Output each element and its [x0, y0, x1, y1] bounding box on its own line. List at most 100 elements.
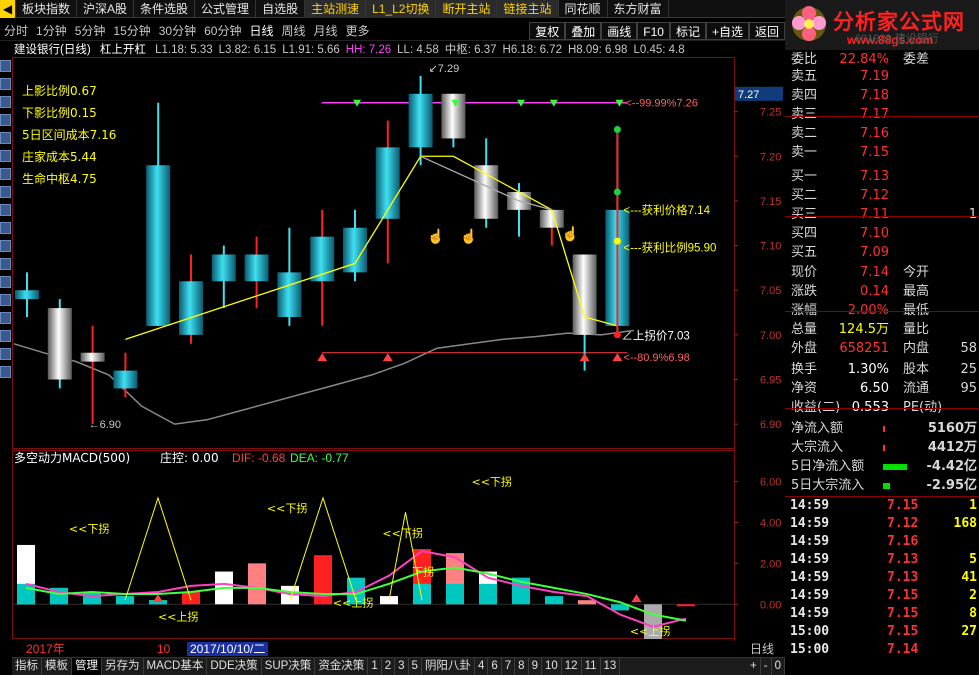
menu-item[interactable]: 主站测速 [305, 0, 367, 18]
menu-item[interactable]: 同花顺 [559, 0, 608, 18]
side-tool-icon[interactable] [0, 330, 11, 342]
toolbar-button[interactable]: 复权 [529, 22, 566, 40]
sell-row: 卖五 7.19 [785, 67, 979, 86]
buy-label: 买四 [791, 226, 818, 241]
menu-item[interactable]: 条件选股 [134, 0, 196, 18]
menu-item[interactable]: 东方财富 [608, 0, 669, 18]
period-tab[interactable]: 分时 [0, 21, 32, 41]
side-tool-icon[interactable] [0, 222, 11, 234]
period-tab[interactable]: 月线 [310, 21, 342, 41]
period-tab[interactable]: 30分钟 [155, 21, 200, 41]
side-tool-icon[interactable] [0, 312, 11, 324]
menu-item[interactable]: 断开主站 [436, 0, 498, 18]
bottom-tab[interactable]: 8 [515, 658, 529, 675]
period-tab[interactable]: 更多 [342, 21, 374, 41]
bottom-tab[interactable]: DDE决策 [207, 658, 262, 675]
bottom-tab[interactable]: 11 [582, 658, 601, 675]
stat-value: 124.5万 [838, 322, 889, 337]
toolbar-button[interactable]: 标记 [669, 22, 706, 40]
side-tool-icon[interactable] [0, 186, 11, 198]
bottom-tab[interactable]: 5 [409, 658, 422, 675]
macd-bar [578, 600, 596, 605]
toolbar-button[interactable]: 画线 [601, 22, 638, 40]
dif-label: DIF: -0.68 [232, 451, 286, 465]
sell-label: 卖一 [791, 145, 818, 160]
toolbar-button[interactable]: 叠加 [565, 22, 602, 40]
bottom-tab[interactable]: 4 [475, 658, 489, 675]
bottom-tab[interactable]: 指标 [12, 658, 42, 675]
tick-time: 14:59 [790, 498, 830, 513]
bottom-tab[interactable]: 7 [502, 658, 516, 675]
stock-title: 建设银行(日线) [14, 44, 91, 56]
side-tool-icon[interactable] [0, 150, 11, 162]
side-tool-icon[interactable] [0, 204, 11, 216]
candle-body [277, 272, 302, 317]
bottom-tab[interactable]: 9 [529, 658, 542, 675]
side-tool-icon[interactable] [0, 366, 11, 378]
side-tool-icon[interactable] [0, 348, 11, 360]
tab-control-button[interactable]: 0 [772, 658, 785, 675]
menu-toggle-button[interactable]: ◀ [0, 0, 16, 18]
menu-item[interactable]: 自选股 [256, 0, 306, 18]
side-tool-icon[interactable] [0, 168, 11, 180]
period-tab[interactable]: 1分钟 [32, 21, 71, 41]
up-price-label: ∠上拐价7.03 [621, 328, 689, 342]
menu-item[interactable]: 公式管理 [195, 0, 257, 18]
bottom-tab[interactable]: 管理 [72, 658, 102, 675]
menu-item[interactable]: 板块指数 [16, 0, 78, 18]
menu-item[interactable]: 沪深A股 [77, 0, 135, 18]
side-tool-icon[interactable] [0, 60, 11, 72]
tick-time: 14:59 [790, 552, 830, 567]
indicator-name[interactable]: 杠上开杠 [100, 44, 146, 56]
bottom-tab[interactable]: 13 [601, 658, 621, 675]
period-tab[interactable]: 日线 [245, 21, 277, 41]
menu-item[interactable]: L1_L2切换 [366, 0, 437, 18]
bottom-tab[interactable]: 12 [562, 658, 582, 675]
toolbar-button[interactable]: 返回 [748, 22, 785, 40]
side-tool-icon[interactable] [0, 240, 11, 252]
macd-bar [182, 592, 200, 605]
bottom-tab[interactable]: 阴阳八卦 [422, 658, 475, 675]
bottom-tab[interactable]: 资金决策 [315, 658, 369, 675]
tick-row: 14:59 7.15 1 [785, 497, 979, 515]
side-tool-icon[interactable] [0, 114, 11, 126]
indicator-value: H8.09: 6.98 [567, 44, 628, 56]
indicator-value: H6.18: 6.72 [502, 44, 562, 56]
side-tool-icon[interactable] [0, 294, 11, 306]
side-tool-icon[interactable] [0, 132, 11, 144]
macd-peak-triangle [124, 496, 192, 601]
bottom-tab[interactable]: SUP决策 [262, 658, 316, 675]
indicator-value: 中枢: 6.37 [444, 44, 497, 56]
side-tool-icon[interactable] [0, 96, 11, 108]
bottom-tab[interactable]: 模板 [42, 658, 72, 675]
toolbar-button[interactable]: F10 [637, 22, 670, 40]
sell-row: 卖一 7.15 [785, 143, 979, 162]
side-tool-icon[interactable] [0, 78, 11, 90]
bottom-tab[interactable]: 6 [488, 658, 502, 675]
tab-control-button[interactable]: + [747, 658, 761, 675]
tick-row: 14:59 7.13 41 [785, 569, 979, 587]
buy-price: 7.09 [860, 245, 889, 260]
bottom-tab[interactable]: 另存为 [102, 658, 144, 675]
sell-label: 卖四 [791, 88, 818, 103]
period-tab[interactable]: 周线 [277, 21, 309, 41]
toolbar-button[interactable]: +自选 [705, 22, 749, 40]
period-tab[interactable]: 15分钟 [109, 21, 154, 41]
side-tool-icon[interactable] [0, 276, 11, 288]
flow-value: -2.95亿 [926, 478, 977, 493]
menu-item[interactable]: 链接主站 [497, 0, 559, 18]
bottom-tab[interactable]: MACD基本 [144, 658, 208, 675]
bottom-tab[interactable]: 1 [368, 658, 382, 675]
bottom-tab[interactable]: 3 [395, 658, 409, 675]
bottom-tab[interactable]: 10 [542, 658, 562, 675]
period-tab[interactable]: 60分钟 [200, 21, 245, 41]
tab-control-button[interactable]: - [761, 658, 772, 675]
period-tab[interactable]: 5分钟 [71, 21, 110, 41]
bottom-tab[interactable]: 2 [382, 658, 396, 675]
kline-chart[interactable]: 7.25 7.20 7.15 7.10 7.05 7.00 6.95 6.90 7.27 ☝ ☝ ☝ 上… [12, 57, 785, 642]
macd-bar-base [17, 583, 35, 605]
side-tool-icon[interactable] [0, 258, 11, 270]
flow-bar [883, 445, 885, 451]
macd-axis-label: 6.00 [760, 477, 781, 489]
period-label: 日线 [750, 642, 775, 656]
